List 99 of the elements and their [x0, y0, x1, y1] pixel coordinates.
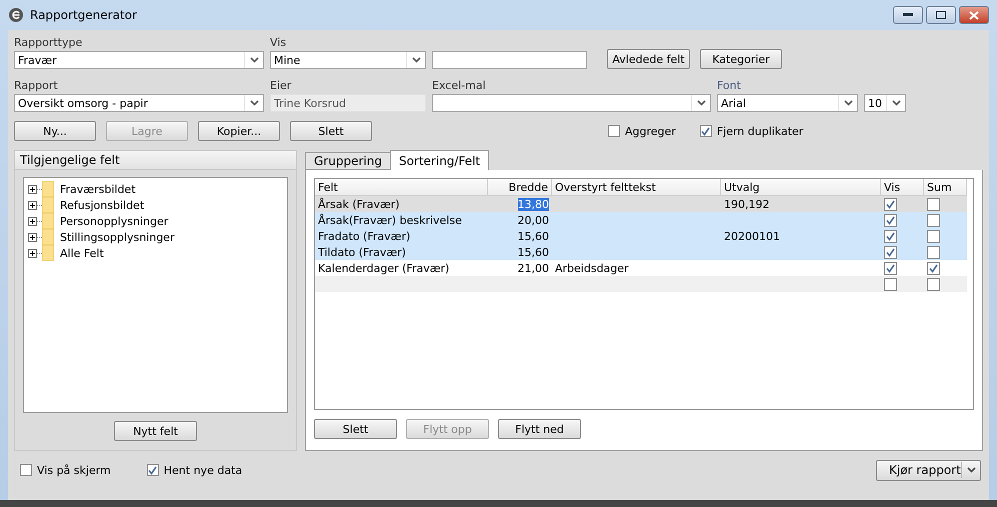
- checkbox-label: Aggreger: [625, 124, 676, 138]
- checkbox[interactable]: [608, 125, 620, 137]
- checkbox[interactable]: [927, 230, 940, 242]
- checkbox[interactable]: [927, 214, 940, 226]
- width-value: 13,80: [518, 198, 549, 210]
- field-label: Font: [717, 79, 742, 92]
- chevron-down-icon: [412, 57, 420, 63]
- window-title: Rapportgenerator: [30, 8, 137, 22]
- checkbox[interactable]: [146, 464, 159, 476]
- table-cell-text: 20200101: [723, 228, 781, 244]
- field-label: Vis: [270, 36, 288, 49]
- table-row[interactable]: Årsak(Fravær) beskrivelse 20,00: [315, 212, 967, 228]
- dropdown-field[interactable]: [432, 94, 711, 112]
- close-icon: [969, 10, 979, 20]
- checkbox[interactable]: [884, 230, 897, 242]
- close-button[interactable]: [959, 6, 989, 24]
- width-value: 15,60: [518, 230, 549, 242]
- chevron-down-icon: [250, 57, 258, 63]
- owner-field: Trine Korsrud: [270, 94, 426, 112]
- checkbox[interactable]: [884, 262, 897, 274]
- expand-icon[interactable]: [28, 232, 42, 242]
- table-cell-text: Tildato (Fravær): [317, 244, 407, 260]
- checkbox-label: Hent nye data: [164, 464, 242, 476]
- chevron-down-icon: [696, 100, 706, 106]
- chevron-down-icon: [250, 100, 258, 106]
- column-header[interactable]: Overstyrt felttekst: [552, 179, 721, 196]
- folder-icon: [42, 181, 54, 197]
- width-value: 20,00: [518, 214, 549, 226]
- new-field-button[interactable]: Nytt felt: [114, 421, 197, 441]
- checkbox[interactable]: [884, 278, 897, 290]
- report-button[interactable]: Slett: [290, 121, 372, 141]
- checkbox[interactable]: [884, 198, 897, 210]
- column-header[interactable]: Bredde: [488, 179, 552, 196]
- table-row[interactable]: Årsak (Fravær) 13,80 190,192: [315, 196, 967, 212]
- toolbar-button[interactable]: Avledede felt: [607, 49, 690, 69]
- checkbox[interactable]: [884, 214, 897, 226]
- checkbox[interactable]: [927, 262, 940, 274]
- run-report-button[interactable]: Kjør rapport: [876, 460, 981, 480]
- table-button[interactable]: Flytt ned: [498, 419, 581, 439]
- table-cell-text: Kalenderdager (Fravær): [317, 260, 450, 276]
- dropdown-field[interactable]: 10: [864, 94, 906, 112]
- tree-item[interactable]: Fraværsbildet: [28, 181, 283, 197]
- panel-title: Tilgjengelige felt: [20, 153, 120, 167]
- table-row[interactable]: Tildato (Fravær) 15,60: [315, 244, 967, 260]
- folder-icon: [42, 213, 54, 229]
- dropdown-field[interactable]: Oversikt omsorg - papir: [14, 94, 264, 112]
- maximize-icon: [936, 11, 946, 19]
- checkbox[interactable]: [884, 246, 897, 258]
- app-logo-icon: [8, 7, 24, 23]
- input-field[interactable]: [432, 51, 587, 69]
- table-button[interactable]: Slett: [314, 419, 397, 439]
- checkbox[interactable]: [927, 278, 940, 290]
- chevron-down-icon: [844, 100, 852, 106]
- dropdown-field[interactable]: Mine: [270, 51, 426, 69]
- expand-icon[interactable]: [28, 248, 42, 258]
- folder-icon: [42, 229, 54, 245]
- chevron-down-icon: [892, 100, 900, 106]
- tab[interactable]: Gruppering: [305, 152, 391, 170]
- field-label: Rapport: [14, 79, 59, 92]
- field-label: Rapporttype: [14, 36, 84, 49]
- checkbox[interactable]: [927, 246, 940, 258]
- width-value: 15,60: [518, 246, 549, 258]
- width-value: 21,00: [518, 262, 549, 274]
- column-header[interactable]: Felt: [315, 179, 488, 196]
- folder-icon: [42, 245, 54, 261]
- table-cell-text: Arbeidsdager: [554, 260, 630, 276]
- minimize-icon: [903, 13, 913, 17]
- toolbar-button[interactable]: Kategorier: [700, 49, 782, 69]
- maximize-button[interactable]: [926, 6, 956, 24]
- table-cell-text: Årsak(Fravær) beskrivelse: [317, 212, 463, 228]
- checkbox-label: Vis på skjerm: [37, 464, 111, 476]
- folder-icon: [42, 197, 54, 213]
- column-header[interactable]: Vis: [881, 179, 924, 196]
- table-row[interactable]: Fradato (Fravær) 15,60 20200101: [315, 228, 967, 244]
- tree-item[interactable]: Refusjonsbildet: [28, 197, 283, 213]
- checkbox-label: Fjern duplikater: [716, 124, 804, 138]
- report-button[interactable]: Kopier...: [198, 121, 280, 141]
- checkbox[interactable]: [700, 125, 712, 137]
- checkbox[interactable]: [20, 464, 32, 476]
- tree-item[interactable]: Alle Felt: [28, 245, 283, 261]
- dropdown-field[interactable]: Arial: [717, 94, 858, 112]
- tree-item[interactable]: Personopplysninger: [28, 213, 283, 229]
- dropdown-field[interactable]: Fravær: [14, 51, 264, 69]
- checkbox[interactable]: [927, 198, 940, 210]
- expand-icon[interactable]: [28, 216, 42, 226]
- column-header[interactable]: Sum: [924, 179, 967, 196]
- field-label: Excel-mal: [432, 79, 487, 92]
- minimize-button[interactable]: [893, 6, 923, 24]
- table-cell-text: Fradato (Fravær): [317, 228, 412, 244]
- table-cell-text: Årsak (Fravær): [317, 196, 401, 212]
- expand-icon[interactable]: [28, 200, 42, 210]
- field-label: Eier: [270, 79, 292, 92]
- table-cell-text: 190,192: [723, 196, 770, 212]
- expand-icon[interactable]: [28, 184, 42, 194]
- chevron-down-icon: [966, 467, 976, 473]
- report-button[interactable]: Ny...: [14, 121, 96, 141]
- tree-item[interactable]: Stillingsopplysninger: [28, 229, 283, 245]
- column-header[interactable]: Utvalg: [721, 179, 881, 196]
- tab[interactable]: Sortering/Felt: [390, 150, 490, 170]
